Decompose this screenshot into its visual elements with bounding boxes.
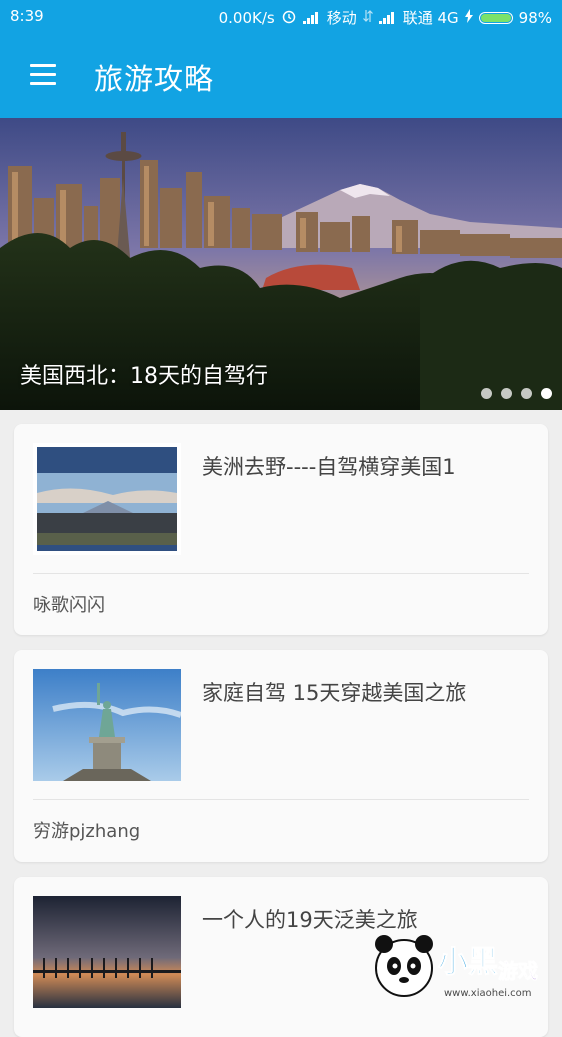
carrier-2: 联通 4G [402, 9, 459, 27]
carousel-dot[interactable] [501, 388, 512, 399]
alarm-icon [281, 8, 297, 28]
carousel-dots [481, 388, 552, 399]
data-arrows-icon [362, 9, 373, 27]
article-author: 咏歌闪闪 [33, 595, 105, 616]
article-title: 家庭自驾 15天穿越美国之旅 [202, 681, 467, 705]
network-speed: 0.00K/s [218, 8, 275, 27]
menu-icon[interactable] [30, 64, 58, 86]
signal-icon-2 [378, 11, 397, 24]
status-bar: 8:39 0.00K/s 移动 联通 4G 98% [0, 0, 562, 34]
app-bar: 旅游攻略 [0, 34, 562, 118]
article-card[interactable]: 家庭自驾 15天穿越美国之旅 穷游pjzhang [14, 650, 548, 862]
status-right: 0.00K/s 移动 联通 4G 98% [219, 7, 552, 28]
charging-icon [464, 8, 473, 27]
article-author: 穷游pjzhang [33, 821, 141, 842]
article-card[interactable]: 美洲去野----自驾横穿美国1 咏歌闪闪 [14, 424, 548, 635]
signal-icon-1 [302, 11, 321, 24]
svg-text:游戏: 游戏 [498, 959, 538, 983]
carousel-dot[interactable] [521, 388, 532, 399]
watermark-logo: 小黑 游戏 www.xiaohei.com [368, 928, 562, 1000]
article-thumbnail [33, 669, 181, 781]
article-title: 美洲去野----自驾横穿美国1 [202, 455, 456, 479]
card-divider [33, 573, 529, 574]
status-time: 8:39 [10, 7, 44, 25]
card-divider [33, 799, 529, 800]
banner-carousel[interactable]: 美国西北：18天的自驾行 [0, 118, 562, 410]
battery-level: 98% [518, 8, 552, 27]
svg-text:www.xiaohei.com: www.xiaohei.com [444, 988, 532, 999]
article-thumbnail [33, 896, 181, 1008]
article-thumbnail [33, 443, 181, 555]
svg-text:小黑: 小黑 [438, 945, 498, 980]
banner-caption: 美国西北：18天的自驾行 [20, 364, 268, 389]
carousel-dot-active[interactable] [541, 388, 552, 399]
carousel-dot[interactable] [481, 388, 492, 399]
page-title: 旅游攻略 [94, 62, 215, 96]
battery-icon [478, 11, 513, 24]
carrier-1: 移动 [326, 9, 357, 27]
